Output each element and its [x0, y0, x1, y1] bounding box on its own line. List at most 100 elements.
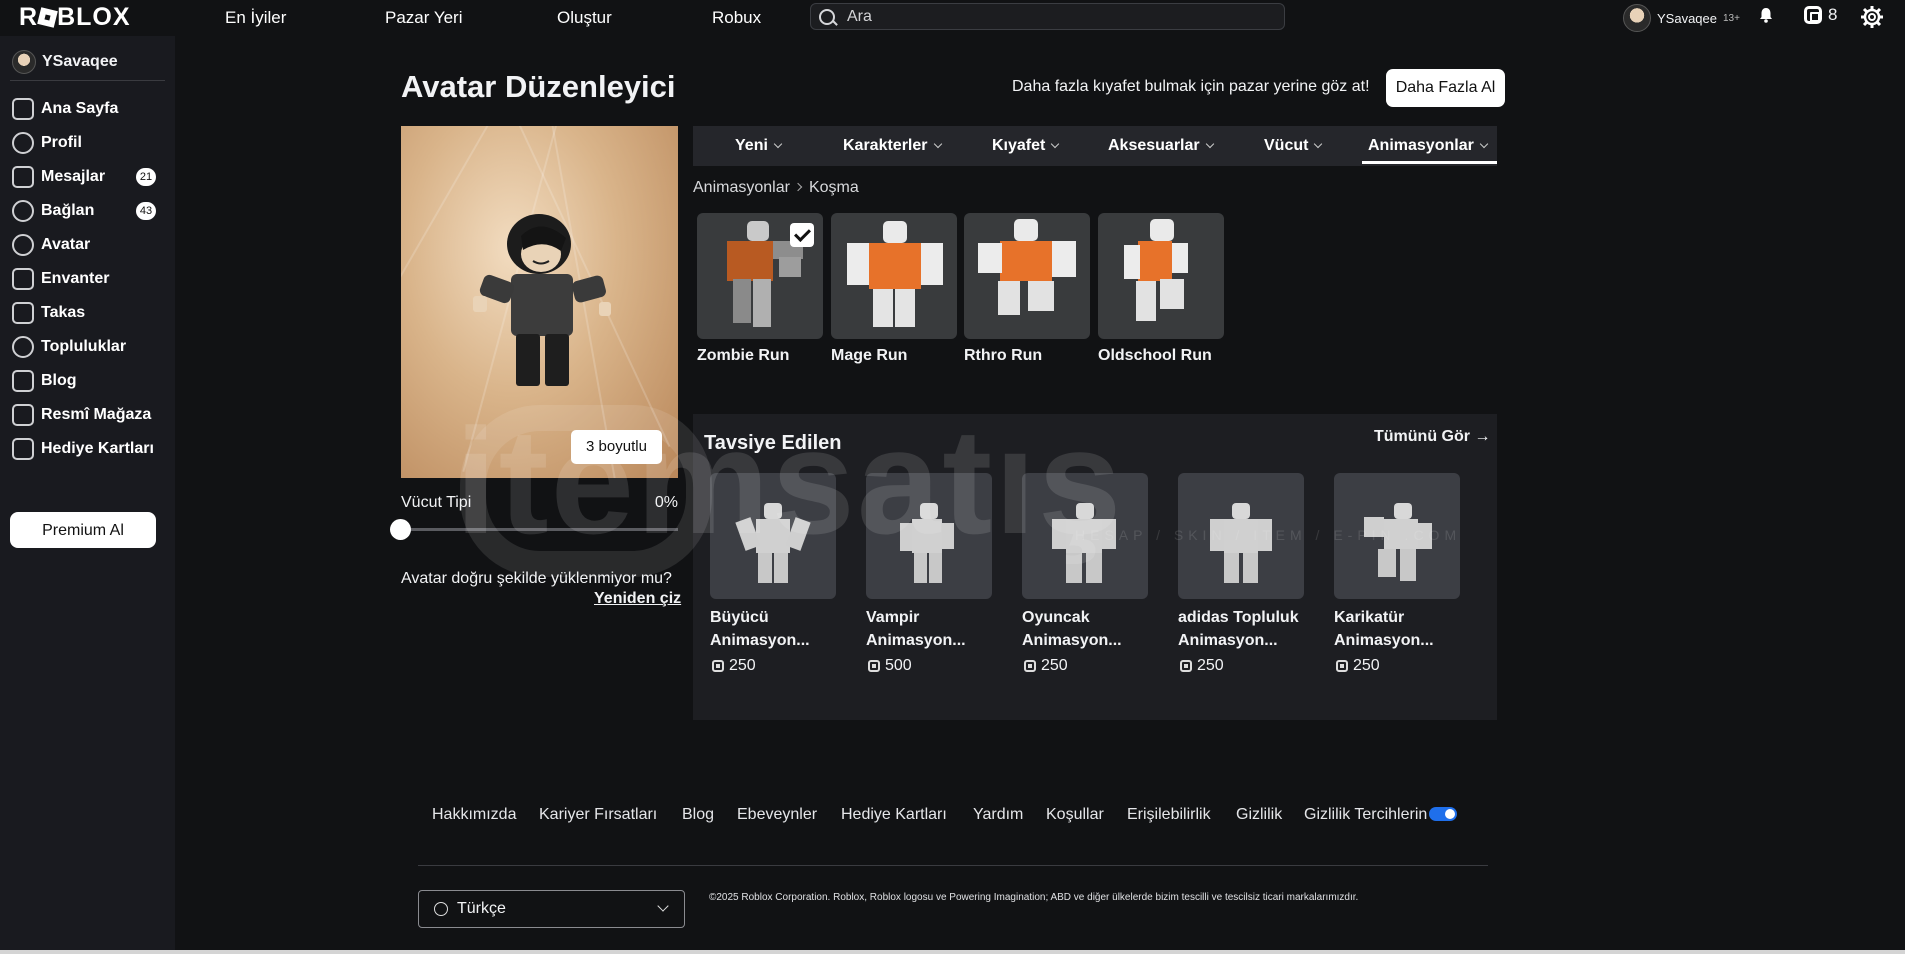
- recommended-thumbnail: [735, 503, 811, 583]
- globe-icon: [434, 902, 448, 916]
- tab-label: Animasyonlar: [1368, 137, 1474, 154]
- footer-link-blog[interactable]: Blog: [682, 806, 714, 824]
- messages-count-badge: 21: [136, 168, 156, 186]
- body-type-slider-track[interactable]: [401, 528, 678, 531]
- premium-button[interactable]: Premium Al: [10, 512, 156, 548]
- active-tab-indicator: [1362, 161, 1497, 164]
- breadcrumb-run: Koşma: [808, 179, 859, 196]
- sidebar-item-label: Avatar: [41, 236, 91, 253]
- footer-link-privacy-choices[interactable]: Gizlilik Tercihlerin: [1304, 806, 1458, 824]
- sidebar-item-blog[interactable]: Blog: [12, 368, 162, 394]
- load-question: Avatar doğru şekilde yüklenmiyor mu?: [401, 570, 672, 587]
- search-icon: [819, 9, 835, 25]
- get-more-button[interactable]: Daha Fazla Al: [1386, 69, 1505, 107]
- body-type-slider-thumb[interactable]: [390, 519, 411, 540]
- sidebar-item-profile[interactable]: Profil: [12, 130, 162, 156]
- sidebar-item-trade[interactable]: Takas: [12, 300, 162, 326]
- robux-balance[interactable]: 8: [1804, 5, 1837, 25]
- animation-name: Zombie Run: [697, 347, 790, 364]
- footer-link-parents[interactable]: Ebeveynler: [737, 806, 817, 824]
- age-badge: 13+: [1723, 12, 1740, 24]
- footer-link-terms[interactable]: Koşullar: [1046, 806, 1104, 824]
- recommended-name[interactable]: Vampir Animasyon...: [866, 606, 992, 652]
- search-box[interactable]: [810, 3, 1285, 30]
- recommended-name[interactable]: Karikatür Animasyon...: [1334, 606, 1460, 652]
- nav-marketplace[interactable]: Pazar Yeri: [385, 8, 463, 28]
- sidebar-item-gift-cards[interactable]: Hediye Kartları: [12, 436, 162, 462]
- bell-icon[interactable]: [1758, 7, 1774, 23]
- tab-clothing[interactable]: Kıyafet: [992, 126, 1060, 166]
- footer-link-about[interactable]: Hakkımızda: [432, 806, 516, 824]
- chevron-down-icon: [933, 139, 942, 149]
- page-title: Avatar Düzenleyici: [401, 69, 676, 104]
- recommended-price: 250: [712, 657, 756, 675]
- footer-link-privacy[interactable]: Gizlilik: [1236, 806, 1282, 824]
- sidebar-item-label: Mesajlar: [41, 168, 106, 185]
- sidebar-item-avatar[interactable]: Avatar: [12, 232, 162, 258]
- language-select[interactable]: Türkçe: [418, 890, 685, 928]
- tab-characters[interactable]: Karakterler: [843, 126, 942, 166]
- sidebar-item-friends[interactable]: Bağlan 43: [12, 198, 162, 224]
- sidebar-item-label: Envanter: [41, 270, 110, 287]
- redraw-link[interactable]: Yeniden çiz: [594, 590, 681, 608]
- animation-card-oldschool-run[interactable]: [1098, 213, 1224, 339]
- nav-create[interactable]: Oluştur: [557, 8, 612, 28]
- sidebar-item-label: Hediye Kartları: [41, 440, 154, 457]
- sidebar-item-label: Ana Sayfa: [41, 100, 119, 117]
- sidebar-item-label: Topluluklar: [41, 338, 127, 355]
- user-menu[interactable]: YSavaqee 13+: [1623, 4, 1740, 32]
- recommended-card[interactable]: [1178, 473, 1304, 599]
- sidebar-user[interactable]: YSavaqee: [12, 50, 118, 74]
- recommended-name[interactable]: adidas Topluluk Animasyon...: [1178, 606, 1304, 652]
- recommended-card[interactable]: [1022, 473, 1148, 599]
- chevron-down-icon: [1051, 139, 1060, 149]
- tab-animations[interactable]: Animasyonlar: [1368, 126, 1489, 166]
- messages-icon: [12, 166, 34, 188]
- recommended-name[interactable]: Büyücü Animasyon...: [710, 606, 836, 652]
- friends-count-badge: 43: [136, 202, 156, 220]
- recommended-card[interactable]: [710, 473, 836, 599]
- animation-card-rthro-run[interactable]: [964, 213, 1090, 339]
- nav-robux[interactable]: Robux: [712, 8, 761, 28]
- price-value: 250: [1041, 657, 1068, 674]
- tab-accessories[interactable]: Aksesuarlar: [1108, 126, 1214, 166]
- sidebar-item-groups[interactable]: Topluluklar: [12, 334, 162, 360]
- privacy-choices-label: Gizlilik Tercihlerin: [1304, 806, 1428, 823]
- chevron-down-icon: [1479, 139, 1489, 149]
- footer-link-careers[interactable]: Kariyer Fırsatları: [539, 806, 657, 824]
- sidebar-item-messages[interactable]: Mesajlar 21: [12, 164, 162, 190]
- animation-card-mage-run[interactable]: [831, 213, 957, 339]
- robux-icon: [1180, 660, 1192, 672]
- tab-new[interactable]: Yeni: [735, 126, 783, 166]
- avatar-preview[interactable]: [401, 126, 678, 478]
- sidebar-item-store[interactable]: Resmî Mağaza: [12, 402, 162, 428]
- privacy-toggle-icon: [1429, 807, 1458, 821]
- home-icon: [12, 98, 34, 120]
- recommended-name[interactable]: Oyuncak Animasyon...: [1022, 606, 1148, 652]
- search-input[interactable]: [845, 6, 1269, 28]
- friends-icon: [12, 200, 34, 222]
- body-type-label: Vücut Tipi: [401, 494, 472, 511]
- sidebar-item-home[interactable]: Ana Sayfa: [12, 96, 162, 122]
- recommended-price: 500: [868, 657, 912, 675]
- robux-icon: [1336, 660, 1348, 672]
- animation-name: Mage Run: [831, 347, 908, 364]
- footer-link-accessibility[interactable]: Erişilebilirlik: [1127, 806, 1211, 824]
- footer-link-help[interactable]: Yardım: [973, 806, 1023, 824]
- avatar: [12, 50, 36, 74]
- see-all-link[interactable]: Tümünü Gör →: [1374, 428, 1490, 446]
- roblox-logo[interactable]: R BLOX: [19, 3, 131, 32]
- recommended-card[interactable]: [1334, 473, 1460, 599]
- sidebar-item-inventory[interactable]: Envanter: [12, 266, 162, 292]
- see-all-label: Tümünü Gör: [1374, 428, 1470, 445]
- breadcrumb-animations[interactable]: Animasyonlar: [693, 179, 790, 196]
- sidebar-item-label: Bağlan: [41, 202, 95, 219]
- nav-charts[interactable]: En İyiler: [225, 8, 286, 28]
- footer-link-gift-cards[interactable]: Hediye Kartları: [841, 806, 947, 824]
- recommended-card[interactable]: [866, 473, 992, 599]
- gear-icon[interactable]: [1860, 5, 1884, 29]
- 3d-toggle-button[interactable]: 3 boyutlu: [571, 430, 662, 464]
- username: YSavaqee: [1657, 10, 1717, 26]
- recommended-title: Tavsiye Edilen: [704, 432, 842, 454]
- tab-body[interactable]: Vücut: [1264, 126, 1323, 166]
